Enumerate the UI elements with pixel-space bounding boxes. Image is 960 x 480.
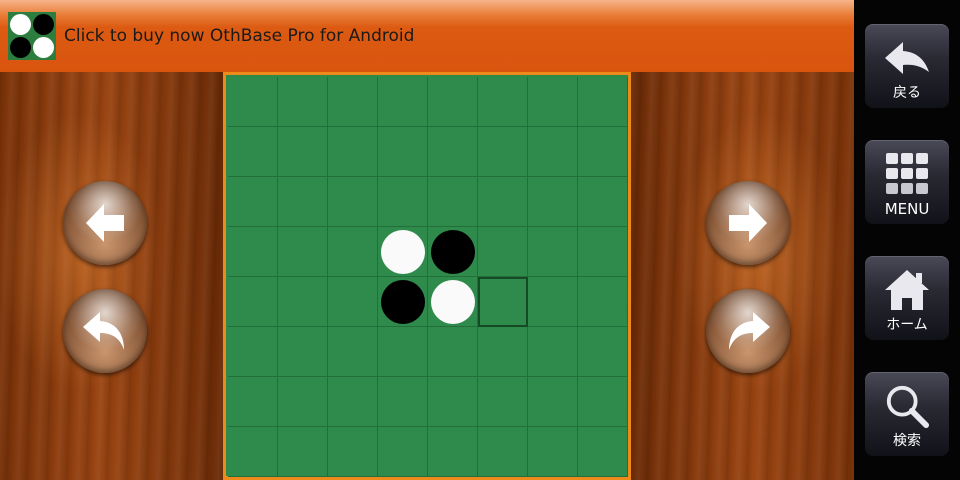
board-grid — [228, 77, 628, 477]
magnifier-icon — [883, 382, 931, 430]
next-move-button[interactable] — [706, 181, 790, 265]
board-cell[interactable] — [378, 327, 428, 377]
board-cell[interactable] — [578, 127, 628, 177]
board-cell[interactable] — [228, 77, 278, 127]
board-cell[interactable] — [428, 377, 478, 427]
white-disc — [430, 279, 475, 324]
board-cell[interactable] — [228, 427, 278, 477]
board-cell[interactable] — [378, 377, 428, 427]
board-cell-highlighted[interactable] — [478, 277, 528, 327]
board-cell[interactable] — [378, 227, 428, 277]
logo-white-disc — [33, 37, 54, 58]
menu-button[interactable]: MENU — [865, 140, 949, 224]
logo-black-disc — [10, 37, 31, 58]
arrow-left-icon — [86, 204, 124, 242]
board-cell[interactable] — [578, 77, 628, 127]
board-cell[interactable] — [228, 177, 278, 227]
black-disc — [380, 279, 425, 324]
board-cell[interactable] — [278, 277, 328, 327]
board-cell[interactable] — [478, 427, 528, 477]
board-cell[interactable] — [228, 377, 278, 427]
othbase-logo-icon — [8, 12, 56, 60]
board-cell[interactable] — [328, 377, 378, 427]
curved-arrow-left-icon — [83, 312, 124, 350]
home-button[interactable]: ホーム — [865, 256, 949, 340]
board-cell[interactable] — [528, 127, 578, 177]
undo-button[interactable] — [63, 289, 147, 373]
board-cell[interactable] — [278, 227, 328, 277]
board-cell[interactable] — [478, 77, 528, 127]
board-cell[interactable] — [328, 277, 378, 327]
buy-pro-banner[interactable]: Click to buy now OthBase Pro for Android — [0, 0, 854, 72]
board-cell[interactable] — [278, 77, 328, 127]
board-cell[interactable] — [478, 327, 528, 377]
board-cell[interactable] — [378, 427, 428, 477]
othello-board — [223, 72, 631, 480]
board-cell[interactable] — [328, 127, 378, 177]
banner-text: Click to buy now OthBase Pro for Android — [64, 26, 415, 46]
back-label: 戻る — [893, 85, 921, 101]
board-cell[interactable] — [528, 227, 578, 277]
board-cell[interactable] — [278, 427, 328, 477]
board-cell[interactable] — [578, 177, 628, 227]
board-cell[interactable] — [328, 77, 378, 127]
board-cell[interactable] — [428, 427, 478, 477]
board-cell[interactable] — [578, 427, 628, 477]
white-disc — [380, 229, 425, 274]
board-cell[interactable] — [578, 227, 628, 277]
search-label: 検索 — [893, 433, 921, 449]
board-cell[interactable] — [428, 327, 478, 377]
board-cell[interactable] — [228, 227, 278, 277]
board-cell[interactable] — [378, 77, 428, 127]
board-cell[interactable] — [328, 227, 378, 277]
board-cell[interactable] — [578, 277, 628, 327]
board-cell[interactable] — [278, 377, 328, 427]
board-cell[interactable] — [278, 177, 328, 227]
back-button[interactable]: 戻る — [865, 24, 949, 108]
board-cell[interactable] — [328, 327, 378, 377]
board-cell[interactable] — [528, 77, 578, 127]
curved-arrow-right-icon — [729, 312, 770, 350]
logo-white-disc — [10, 14, 31, 35]
black-disc — [430, 229, 475, 274]
board-cell[interactable] — [428, 177, 478, 227]
grid-menu-icon — [883, 150, 931, 198]
board-cell[interactable] — [528, 377, 578, 427]
board-cell[interactable] — [428, 277, 478, 327]
board-cell[interactable] — [378, 177, 428, 227]
board-cell[interactable] — [328, 177, 378, 227]
board-cell[interactable] — [378, 127, 428, 177]
prev-move-button[interactable] — [63, 181, 147, 265]
game-area — [0, 72, 854, 480]
house-icon — [883, 266, 931, 314]
board-cell[interactable] — [478, 127, 528, 177]
menu-label: MENU — [884, 200, 930, 218]
board-cell[interactable] — [478, 227, 528, 277]
redo-button[interactable] — [706, 289, 790, 373]
logo-black-disc — [33, 14, 54, 35]
board-cell[interactable] — [528, 277, 578, 327]
search-button[interactable]: 検索 — [865, 372, 949, 456]
board-cell[interactable] — [528, 177, 578, 227]
board-cell[interactable] — [428, 227, 478, 277]
board-cell[interactable] — [278, 127, 328, 177]
board-cell[interactable] — [528, 427, 578, 477]
board-cell[interactable] — [328, 427, 378, 477]
board-cell[interactable] — [228, 127, 278, 177]
board-cell[interactable] — [278, 327, 328, 377]
board-cell[interactable] — [528, 327, 578, 377]
board-cell[interactable] — [478, 377, 528, 427]
arrow-right-icon — [729, 204, 767, 242]
board-cell[interactable] — [428, 127, 478, 177]
board-cell[interactable] — [428, 77, 478, 127]
home-label: ホーム — [886, 317, 928, 333]
board-cell[interactable] — [578, 327, 628, 377]
board-cell[interactable] — [228, 277, 278, 327]
back-arrow-icon — [883, 34, 931, 82]
board-cell[interactable] — [578, 377, 628, 427]
board-cell[interactable] — [478, 177, 528, 227]
board-cell[interactable] — [378, 277, 428, 327]
board-cell[interactable] — [228, 327, 278, 377]
side-panel: 戻る MENU ホーム 検索 — [854, 0, 960, 480]
